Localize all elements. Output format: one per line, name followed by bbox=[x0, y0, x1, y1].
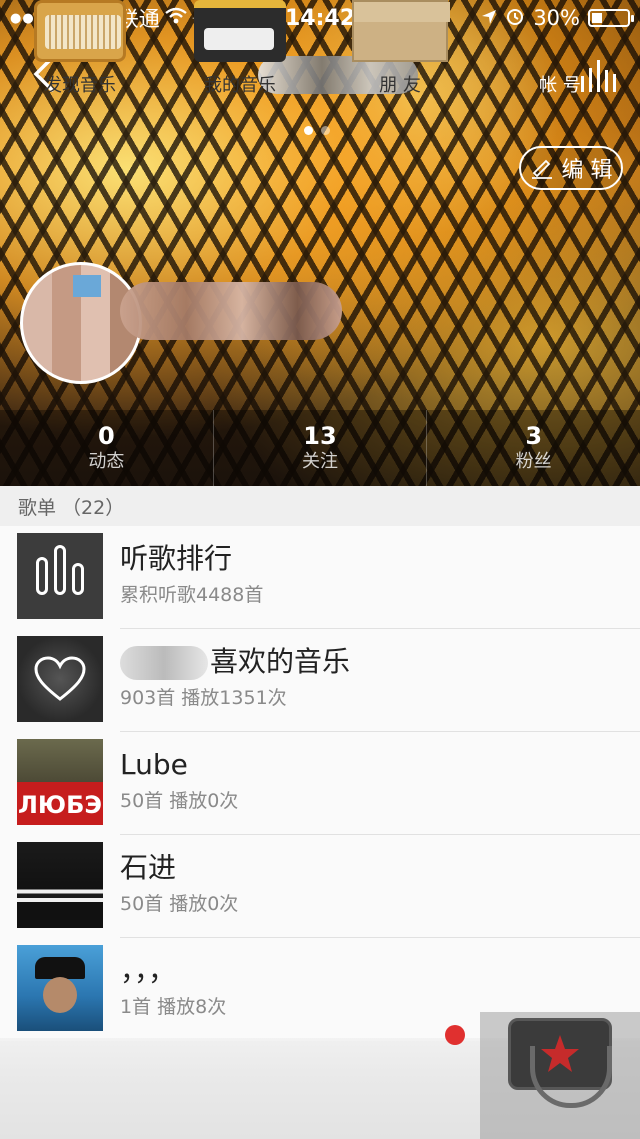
tab-account[interactable]: 帐 号 bbox=[480, 0, 640, 101]
cover-text: ЛЮБЭ bbox=[17, 791, 102, 819]
playlist-cover bbox=[17, 842, 103, 928]
playlist-item-liked[interactable]: 喜欢的音乐 903首 播放1351次 bbox=[0, 629, 640, 732]
playlist-title: ，，， bbox=[120, 954, 177, 987]
tab-label: 帐 号 bbox=[539, 75, 581, 96]
envelope-icon bbox=[352, 0, 450, 62]
bar-chart-icon bbox=[17, 533, 103, 619]
playlist-item-ranking[interactable]: 听歌排行 累积听歌4488首 bbox=[0, 526, 640, 629]
playlist-item-lube[interactable]: ЛЮБЭ Lube 50首 播放0次 bbox=[0, 732, 640, 835]
playlist-subtitle: 50首 播放0次 bbox=[120, 893, 239, 915]
tab-label: 发现音乐 bbox=[44, 75, 116, 96]
playlists-section-header: 歌单 （22） bbox=[0, 486, 640, 526]
tab-label: 我的音乐 bbox=[204, 75, 276, 96]
heart-icon bbox=[17, 636, 103, 722]
notification-badge bbox=[445, 1025, 465, 1045]
tab-friends[interactable]: 朋 友 bbox=[320, 0, 480, 101]
tab-my-music[interactable]: 我的音乐 bbox=[160, 0, 320, 101]
profile-stats: 0 动态 13 关注 3 粉丝 bbox=[0, 410, 640, 486]
username-redacted bbox=[120, 646, 208, 680]
page-dot bbox=[321, 126, 330, 135]
stat-posts[interactable]: 0 动态 bbox=[0, 410, 213, 486]
radio-icon bbox=[34, 0, 126, 62]
playlist-title: 石进 bbox=[120, 851, 177, 884]
username-redacted bbox=[120, 282, 342, 340]
page-dot-active bbox=[304, 126, 313, 135]
playlist-subtitle: 50首 播放0次 bbox=[120, 790, 239, 812]
tab-discover[interactable]: 发现音乐 bbox=[0, 0, 160, 101]
cassette-icon bbox=[194, 0, 286, 62]
playlist-title: Lube bbox=[120, 748, 188, 781]
stat-label: 粉丝 bbox=[515, 451, 552, 472]
stat-following[interactable]: 13 关注 bbox=[212, 410, 427, 486]
stat-value: 3 bbox=[525, 422, 543, 450]
stat-followers[interactable]: 3 粉丝 bbox=[426, 410, 640, 486]
playlist-subtitle: 903首 播放1351次 bbox=[120, 687, 287, 709]
stat-value: 13 bbox=[303, 422, 337, 450]
playlist-list: 听歌排行 累积听歌4488首 喜欢的音乐 903首 播放1351次 ЛЮБЭ L… bbox=[0, 526, 640, 1041]
stat-label: 关注 bbox=[302, 451, 338, 472]
edit-label: 编 辑 bbox=[561, 158, 613, 183]
edit-profile-button[interactable]: 编 辑 bbox=[519, 146, 623, 190]
stat-value: 0 bbox=[97, 422, 115, 450]
playlist-cover bbox=[17, 945, 103, 1031]
playlist-title: 听歌排行 bbox=[120, 542, 233, 575]
header-page-indicator bbox=[304, 126, 330, 135]
stat-label: 动态 bbox=[88, 451, 125, 472]
playlist-item-shijin[interactable]: 石进 50首 播放0次 bbox=[0, 835, 640, 938]
tab-label: 朋 友 bbox=[379, 75, 421, 96]
playlist-title: 喜欢的音乐 bbox=[210, 645, 351, 678]
playlist-subtitle: 累积听歌4488首 bbox=[120, 584, 264, 606]
pen-icon bbox=[531, 159, 552, 179]
playlist-cover: ЛЮБЭ bbox=[17, 739, 103, 825]
